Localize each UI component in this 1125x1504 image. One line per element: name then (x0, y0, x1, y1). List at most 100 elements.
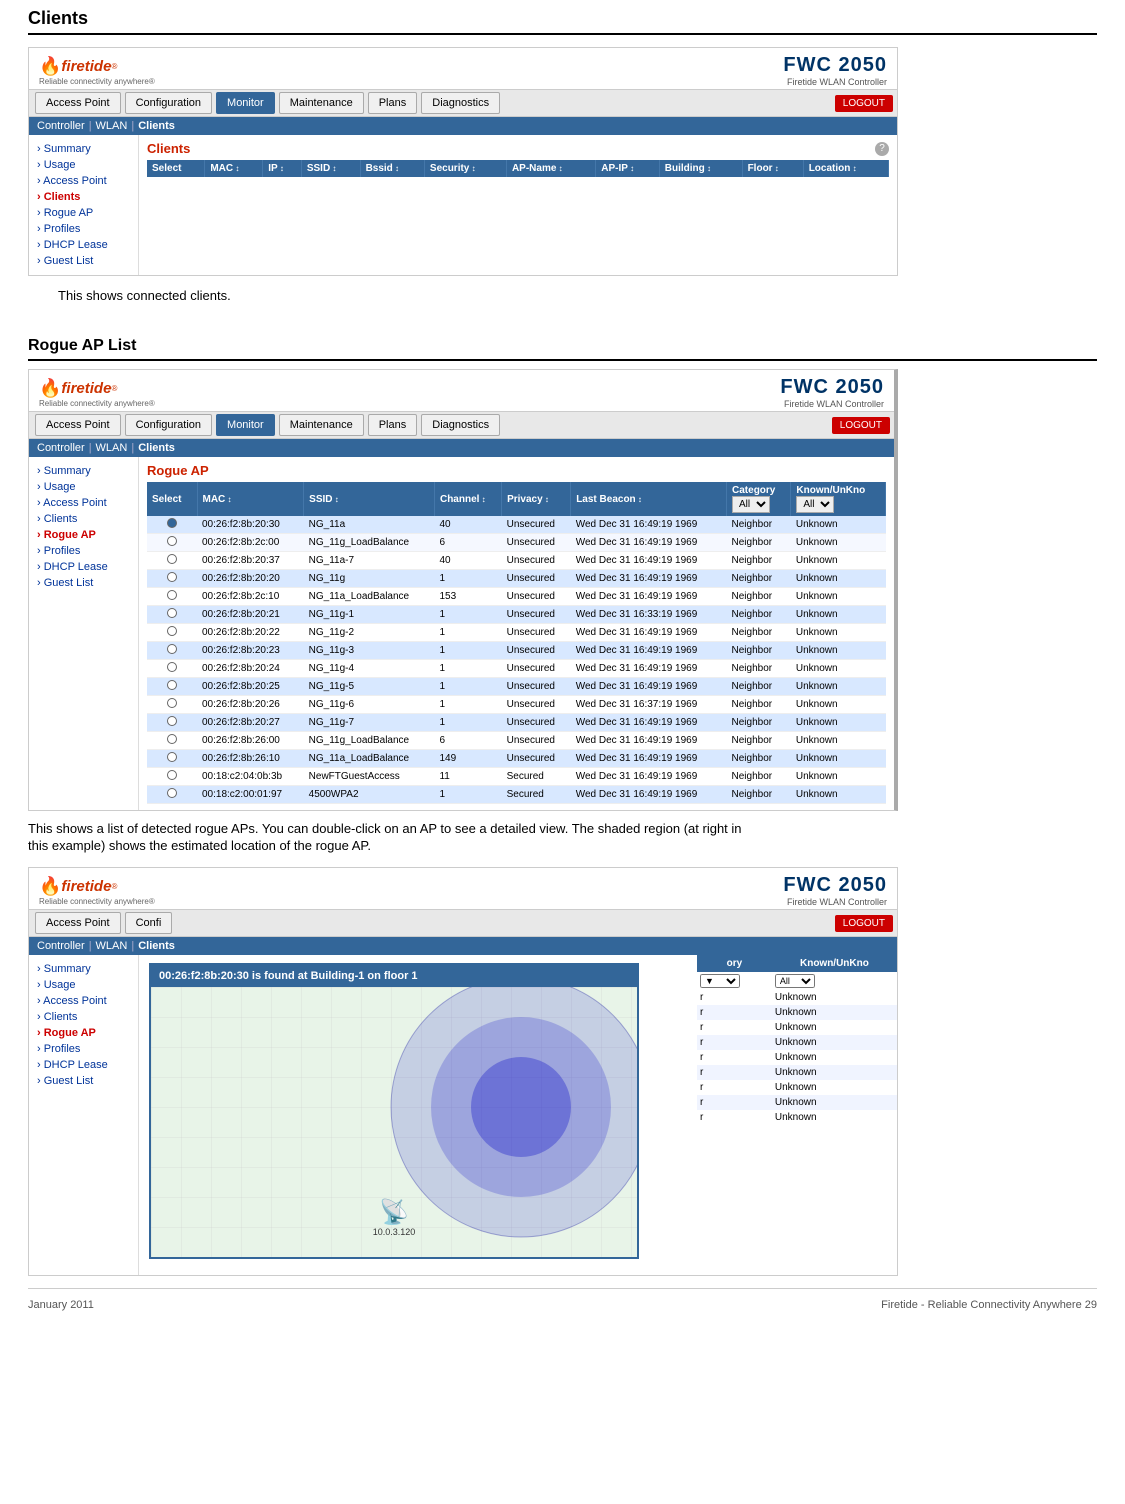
sidebar-dhcplease-2[interactable]: DHCP Lease (29, 559, 138, 575)
sidebar-rogueap-1[interactable]: Rogue AP (29, 205, 138, 221)
col-building[interactable]: Building (659, 160, 742, 177)
nav-diagnostics-2[interactable]: Diagnostics (421, 414, 500, 436)
table-row: 00:26:f2:8b:20:20NG_11g1UnsecuredWed Dec… (147, 570, 886, 588)
row-radio[interactable] (167, 662, 177, 672)
row-radio[interactable] (167, 644, 177, 654)
col-bssid[interactable]: Bssid (360, 160, 424, 177)
bc-controller-1[interactable]: Controller (37, 120, 85, 132)
sidebar-summary-2[interactable]: Summary (29, 463, 138, 479)
category-filter[interactable]: All (732, 496, 770, 513)
col-apname[interactable]: AP-Name (506, 160, 595, 177)
row-radio[interactable] (167, 770, 177, 780)
row-cell-known: Unknown (791, 786, 886, 804)
sidebar-guestlist-1[interactable]: Guest List (29, 253, 138, 269)
row-cell-channel: 153 (434, 588, 501, 606)
bg-cat-filter[interactable]: ▼ (700, 974, 740, 988)
row-cell-channel: 1 (434, 660, 501, 678)
nav-monitor-1[interactable]: Monitor (216, 92, 275, 114)
col-security[interactable]: Security (424, 160, 506, 177)
nav-configuration-3[interactable]: Confi (125, 912, 173, 934)
nav-access-point-1[interactable]: Access Point (35, 92, 121, 114)
row-radio[interactable] (167, 518, 177, 528)
col-apip[interactable]: AP-IP (596, 160, 660, 177)
row-radio[interactable] (167, 536, 177, 546)
bg-known-filter[interactable]: All (775, 974, 815, 988)
bc-wlan-1[interactable]: WLAN (96, 120, 128, 132)
sidebar-accesspoint-3[interactable]: Access Point (29, 993, 138, 1009)
sidebar-summary-3[interactable]: Summary (29, 961, 138, 977)
row-radio[interactable] (167, 716, 177, 726)
col-ip[interactable]: IP (263, 160, 302, 177)
col-floor[interactable]: Floor (742, 160, 803, 177)
nav-access-point-3[interactable]: Access Point (35, 912, 121, 934)
row-cell-ssid: NG_11g_LoadBalance (304, 534, 435, 552)
col-ssid[interactable]: SSID (301, 160, 360, 177)
bc-wlan-3[interactable]: WLAN (96, 940, 128, 952)
nav-configuration-2[interactable]: Configuration (125, 414, 212, 436)
sidebar-dhcplease-3[interactable]: DHCP Lease (29, 1057, 138, 1073)
sidebar-clients-1[interactable]: Clients (29, 189, 138, 205)
sidebar-profiles-2[interactable]: Profiles (29, 543, 138, 559)
sidebar-rogueap-2[interactable]: Rogue AP (29, 527, 138, 543)
row-radio[interactable] (167, 626, 177, 636)
bc-controller-2[interactable]: Controller (37, 442, 85, 454)
rogue-desc-1: This shows a list of detected rogue APs.… (28, 817, 1097, 838)
sidebar-accesspoint-2[interactable]: Access Point (29, 495, 138, 511)
logout-button-3[interactable]: LOGOUT (835, 915, 893, 932)
clients-table: Select MAC IP SSID Bssid Security AP-Nam… (147, 160, 889, 177)
logout-button-2[interactable]: LOGOUT (832, 417, 890, 434)
sidebar-guestlist-3[interactable]: Guest List (29, 1073, 138, 1089)
row-radio[interactable] (167, 680, 177, 690)
nav-access-point-2[interactable]: Access Point (35, 414, 121, 436)
sidebar-clients-3[interactable]: Clients (29, 1009, 138, 1025)
row-radio[interactable] (167, 572, 177, 582)
row-cell-privacy: Unsecured (502, 678, 571, 696)
sidebar-clients-2[interactable]: Clients (29, 511, 138, 527)
row-radio[interactable] (167, 698, 177, 708)
row-radio[interactable] (167, 788, 177, 798)
sidebar-rogueap-3[interactable]: Rogue AP (29, 1025, 138, 1041)
rogue-col-ssid[interactable]: SSID (304, 482, 435, 516)
known-filter[interactable]: All (796, 496, 834, 513)
help-icon-1[interactable]: ? (875, 142, 889, 156)
sidebar-usage-3[interactable]: Usage (29, 977, 138, 993)
nav-plans-2[interactable]: Plans (368, 414, 418, 436)
row-radio[interactable] (167, 590, 177, 600)
nav-maintenance-1[interactable]: Maintenance (279, 92, 364, 114)
sidebar-dhcplease-1[interactable]: DHCP Lease (29, 237, 138, 253)
nav-plans-1[interactable]: Plans (368, 92, 418, 114)
row-radio[interactable] (167, 752, 177, 762)
nav-monitor-2[interactable]: Monitor (216, 414, 275, 436)
bc-controller-3[interactable]: Controller (37, 940, 85, 952)
row-cell-mac: 00:26:f2:8b:26:10 (197, 750, 304, 768)
sidebar-summary-1[interactable]: Summary (29, 141, 138, 157)
row-cell-beacon: Wed Dec 31 16:49:19 1969 (571, 570, 727, 588)
sidebar-usage-1[interactable]: Usage (29, 157, 138, 173)
row-cell-channel: 149 (434, 750, 501, 768)
rogue-col-privacy[interactable]: Privacy (502, 482, 571, 516)
nav-diagnostics-1[interactable]: Diagnostics (421, 92, 500, 114)
sidebar-usage-2[interactable]: Usage (29, 479, 138, 495)
row-cell-known: Unknown (791, 516, 886, 534)
nav-maintenance-2[interactable]: Maintenance (279, 414, 364, 436)
row-cell-ssid: NewFTGuestAccess (304, 768, 435, 786)
popup-dialog[interactable]: 00:26:f2:8b:20:30 is found at Building-1… (149, 963, 639, 1259)
col-location[interactable]: Location (803, 160, 888, 177)
logout-button-1[interactable]: LOGOUT (835, 95, 893, 112)
sidebar-guestlist-2[interactable]: Guest List (29, 575, 138, 591)
sidebar-profiles-3[interactable]: Profiles (29, 1041, 138, 1057)
bc-wlan-2[interactable]: WLAN (96, 442, 128, 454)
table-row: 00:26:f2:8b:20:21NG_11g-11UnsecuredWed D… (147, 606, 886, 624)
rogue-col-channel[interactable]: Channel (434, 482, 501, 516)
row-cell-known: Unknown (791, 714, 886, 732)
sidebar-accesspoint-1[interactable]: Access Point (29, 173, 138, 189)
col-mac[interactable]: MAC (205, 160, 263, 177)
row-radio[interactable] (167, 554, 177, 564)
rogue-col-beacon[interactable]: Last Beacon (571, 482, 727, 516)
sidebar-profiles-1[interactable]: Profiles (29, 221, 138, 237)
screenshot-popup: 🔥 firetide ® Reliable connectivity anywh… (28, 867, 898, 1276)
row-radio[interactable] (167, 608, 177, 618)
rogue-col-mac[interactable]: MAC (197, 482, 304, 516)
nav-configuration-1[interactable]: Configuration (125, 92, 212, 114)
row-radio[interactable] (167, 734, 177, 744)
